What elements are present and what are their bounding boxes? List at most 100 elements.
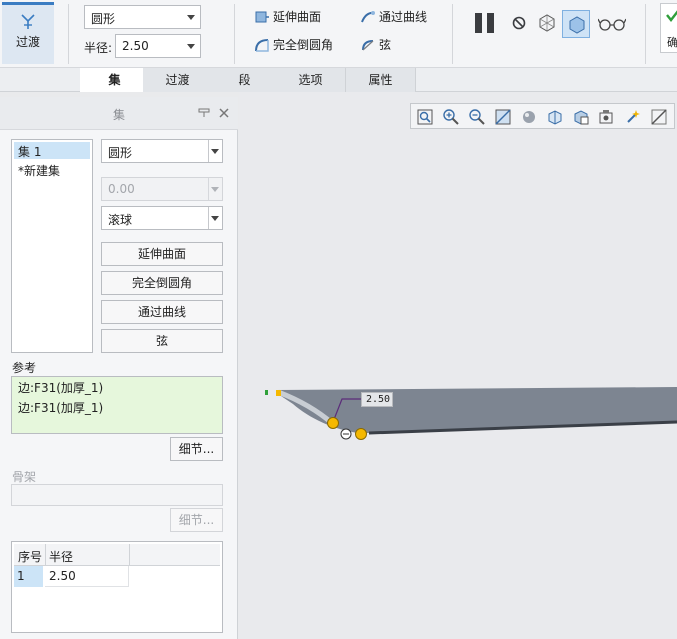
radius-dimension-value: 2.50 (366, 394, 391, 405)
full-round-label: 完全倒圆角 (273, 38, 334, 52)
method-value: 滚球 (108, 213, 133, 227)
row-radius: 2.50 (49, 569, 76, 583)
set-item-label: *新建集 (18, 164, 61, 178)
transition-mode-button[interactable]: 过渡 (2, 2, 54, 64)
verify-geometry-icon (569, 16, 585, 34)
ribbon: 过渡 圆形 半径: 2.50 延伸曲面 完全倒圆角 通过曲线 弦 确 (0, 0, 677, 68)
view-toolbar (410, 103, 675, 129)
annotation-display-icon[interactable] (624, 108, 642, 126)
radius-drag-handle[interactable] (327, 417, 339, 429)
through-curve-option[interactable]: 通过曲线 (360, 8, 427, 25)
chord-label: 弦 (379, 38, 392, 52)
verify-mode-toggle[interactable] (562, 10, 590, 38)
chord-button[interactable]: 弦 (101, 329, 223, 353)
chevron-down-icon (211, 187, 219, 192)
dropdown-button[interactable] (208, 140, 222, 162)
zoom-in-icon[interactable] (442, 108, 460, 126)
extend-surfaces-option[interactable]: 延伸曲面 (254, 8, 321, 25)
method-dropdown[interactable]: 滚球 (101, 206, 223, 230)
transition-icon (21, 14, 35, 29)
ribbon-divider (234, 4, 235, 64)
repaint-icon[interactable] (494, 108, 512, 126)
full-round-option[interactable]: 完全倒圆角 (254, 36, 333, 53)
ribbon-divider (68, 4, 69, 64)
column-divider (45, 544, 46, 566)
skeleton-collector (11, 484, 223, 506)
through-curve-icon (361, 10, 375, 22)
shape-dropdown[interactable]: 圆形 (101, 139, 223, 163)
shape-value: 圆形 (108, 146, 133, 160)
through-curve-button[interactable]: 通过曲线 (101, 300, 223, 324)
reference-collector[interactable]: 边:F31(加厚_1) 边:F31(加厚_1) (11, 376, 223, 434)
table-row[interactable]: 1 2.50 (14, 566, 220, 587)
panel-header: 集 (0, 97, 238, 130)
column-divider (129, 544, 130, 566)
display-style-icon[interactable] (520, 108, 538, 126)
preview-geometry-icon[interactable] (537, 13, 557, 33)
reference-item[interactable]: 边:F31(加厚_1) (18, 399, 103, 416)
radius-label: 半径: (84, 41, 113, 55)
start-marker (265, 390, 268, 395)
extend-surfaces-button[interactable]: 延伸曲面 (101, 242, 223, 266)
radius-value-dropdown: 0.00 (101, 177, 223, 201)
tab-options[interactable]: 选项 (276, 68, 346, 92)
chord-option[interactable]: 弦 (360, 36, 391, 53)
chevron-down-icon (187, 15, 195, 20)
refit-icon[interactable] (416, 108, 434, 126)
glasses-icon[interactable] (598, 16, 626, 32)
ribbon-divider (452, 4, 453, 64)
tab-segments[interactable]: 段 (210, 68, 280, 92)
tab-transition[interactable]: 过渡 (143, 68, 213, 92)
chevron-down-icon (187, 44, 195, 49)
graphics-viewport[interactable] (239, 92, 677, 639)
tab-sets[interactable]: 集 (80, 68, 150, 92)
reference-label: 参考 (12, 361, 37, 375)
extend-surfaces-label: 延伸曲面 (273, 10, 322, 24)
skeleton-details-button: 细节... (170, 508, 223, 532)
full-round-icon (255, 38, 269, 52)
check-icon (666, 10, 677, 22)
disabled-value: 0.00 (108, 182, 135, 196)
confirm-button[interactable]: 确 (660, 3, 677, 53)
chevron-down-icon (211, 149, 219, 154)
set-item-new[interactable]: *新建集 (14, 161, 90, 178)
pin-icon[interactable] (198, 108, 210, 118)
view-manager-icon[interactable] (572, 108, 590, 126)
reference-details-button[interactable]: 细节... (170, 437, 223, 461)
through-curve-label: 通过曲线 (379, 10, 428, 24)
column-header-index: 序号 (18, 550, 43, 564)
reference-item[interactable]: 边:F31(加厚_1) (18, 379, 103, 396)
column-header-radius: 半径 (49, 550, 74, 564)
full-round-button[interactable]: 完全倒圆角 (101, 271, 223, 295)
sets-list[interactable]: 集 1 *新建集 (11, 139, 93, 353)
row-index: 1 (17, 569, 25, 583)
dropdown-button[interactable] (208, 207, 222, 229)
close-icon[interactable] (219, 108, 229, 118)
round-end-handle[interactable] (355, 428, 367, 440)
ribbon-shape-dropdown[interactable]: 圆形 (84, 5, 201, 29)
sets-panel: 集 集 1 *新建集 圆形 0.00 滚球 延伸曲面 完全倒圆角 通过曲线 弦 … (0, 97, 238, 639)
zoom-out-icon[interactable] (468, 108, 486, 126)
radius-input[interactable]: 2.50 (115, 34, 201, 58)
row-index-cell[interactable]: 1 (14, 566, 43, 587)
radius-table[interactable]: 序号 半径 1 2.50 (11, 541, 223, 633)
model-geometry[interactable] (239, 380, 677, 460)
corner-marker (276, 390, 281, 396)
confirm-label: 确 (667, 36, 677, 49)
tab-bar: 集 过渡 段 选项 属性 (0, 68, 677, 92)
skeleton-label: 骨架 (12, 470, 37, 484)
row-radius-cell[interactable]: 2.50 (45, 566, 129, 587)
set-item-selected[interactable]: 集 1 (14, 142, 90, 159)
perspective-view-icon[interactable] (598, 108, 616, 126)
radius-dimension-tag[interactable]: 2.50 (361, 392, 393, 407)
extend-surface-icon (255, 11, 269, 22)
no-preview-icon[interactable] (512, 16, 526, 30)
spin-center-icon[interactable] (650, 108, 668, 126)
pause-icon[interactable] (473, 12, 497, 34)
ribbon-divider (645, 4, 646, 64)
saved-orientations-icon[interactable] (546, 108, 564, 126)
chevron-down-icon (211, 216, 219, 221)
set-item-label: 集 1 (18, 145, 42, 159)
ribbon-shape-value: 圆形 (91, 12, 116, 26)
tab-properties[interactable]: 属性 (346, 68, 416, 92)
